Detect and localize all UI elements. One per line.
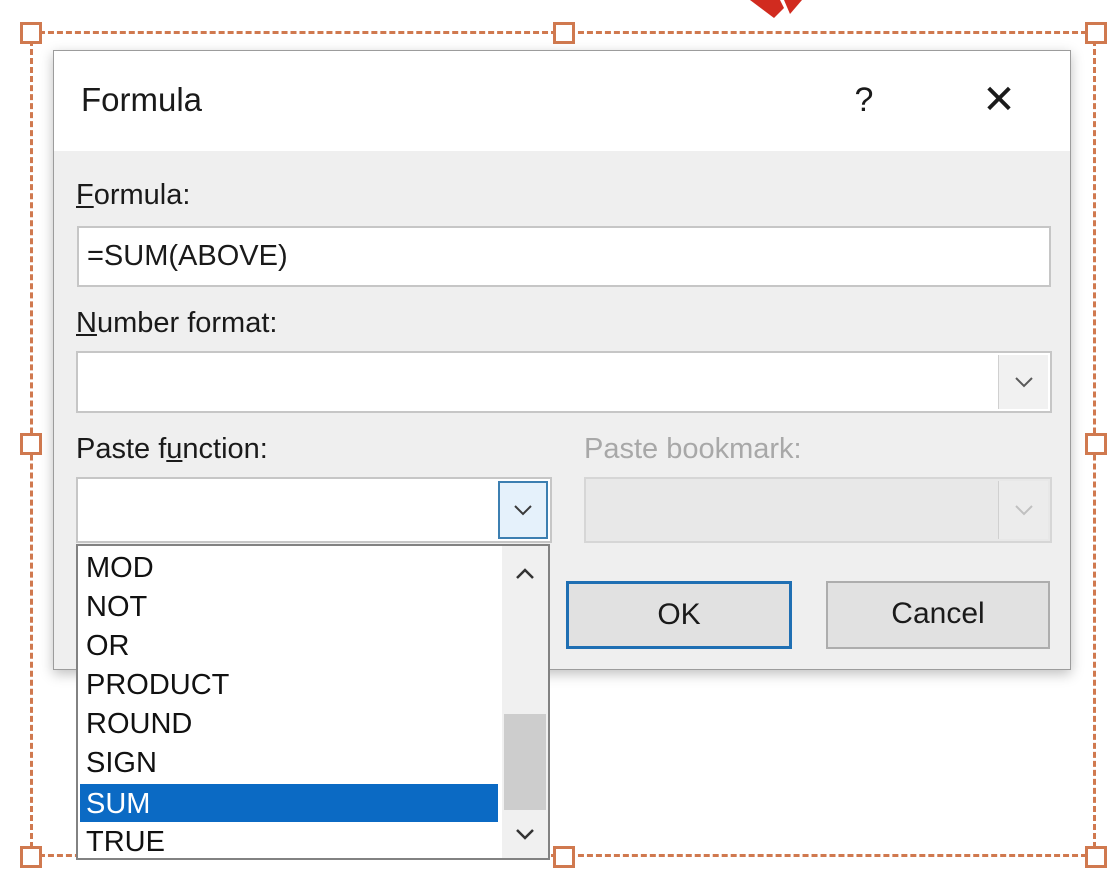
- list-item[interactable]: NOT: [80, 587, 498, 627]
- red-arrow-icon: [750, 0, 802, 18]
- chevron-down-icon: [516, 829, 534, 840]
- chevron-up-icon: [516, 568, 534, 579]
- paste-function-label-accesskey: u: [166, 433, 183, 465]
- resize-handle-middle-left[interactable]: [20, 433, 42, 455]
- chevron-down-icon: [1014, 377, 1033, 388]
- resize-handle-top-left[interactable]: [20, 22, 42, 44]
- resize-handle-bottom-left[interactable]: [20, 846, 42, 868]
- chevron-down-icon: [514, 505, 532, 516]
- close-button[interactable]: ✕: [974, 73, 1024, 127]
- chevron-down-icon: [1014, 505, 1033, 516]
- paste-bookmark-label: Paste bookmark:: [584, 433, 802, 465]
- resize-handle-bottom-right[interactable]: [1085, 846, 1107, 868]
- paste-function-label: Paste function:: [76, 433, 268, 466]
- paste-function-label-start: Paste f: [76, 433, 167, 465]
- list-item[interactable]: MOD: [80, 548, 498, 588]
- resize-handle-bottom-middle[interactable]: [553, 846, 575, 868]
- list-item-selected[interactable]: SUM: [80, 784, 498, 822]
- list-item[interactable]: OR: [80, 626, 498, 666]
- number-format-combo[interactable]: [76, 351, 1052, 413]
- resize-handle-middle-right[interactable]: [1085, 433, 1107, 455]
- resize-handle-top-right[interactable]: [1085, 22, 1107, 44]
- paste-bookmark-combo: [584, 477, 1052, 543]
- scroll-down-button[interactable]: [502, 814, 548, 854]
- paste-bookmark-dropdown-button: [998, 481, 1048, 539]
- formula-label-accesskey: F: [76, 179, 94, 211]
- question-mark-icon: ?: [854, 81, 874, 119]
- ok-button[interactable]: OK: [566, 581, 792, 649]
- resize-handle-top-middle[interactable]: [553, 22, 575, 44]
- dialog-title: Formula: [81, 81, 203, 118]
- number-format-label-text: umber format:: [96, 307, 278, 339]
- cancel-button[interactable]: Cancel: [826, 581, 1050, 649]
- list-item[interactable]: PRODUCT: [80, 665, 498, 705]
- list-item[interactable]: ROUND: [80, 704, 498, 744]
- dialog-titlebar: Formula ? ✕: [54, 51, 1070, 151]
- number-format-dropdown-button[interactable]: [998, 355, 1048, 409]
- paste-function-label-end: nction:: [182, 433, 268, 465]
- scroll-thumb[interactable]: [504, 714, 546, 810]
- number-format-label: Number format:: [76, 307, 277, 340]
- scroll-up-button[interactable]: [502, 554, 548, 594]
- formula-input[interactable]: =SUM(ABOVE): [77, 226, 1051, 287]
- help-button[interactable]: ?: [844, 75, 884, 125]
- dropdown-scrollbar[interactable]: [502, 546, 548, 858]
- paste-function-dropdown-button[interactable]: [498, 481, 548, 539]
- list-item[interactable]: SIGN: [80, 743, 498, 783]
- formula-label: Formula:: [76, 179, 190, 212]
- formula-label-text: ormula:: [93, 179, 191, 211]
- paste-function-combo[interactable]: [76, 477, 552, 543]
- close-x-icon: ✕: [982, 78, 1016, 122]
- number-format-label-accesskey: N: [76, 307, 97, 339]
- list-item[interactable]: TRUE: [80, 822, 498, 858]
- paste-function-dropdown-list[interactable]: MOD NOT OR PRODUCT ROUND SIGN SUM TRUE: [76, 544, 550, 860]
